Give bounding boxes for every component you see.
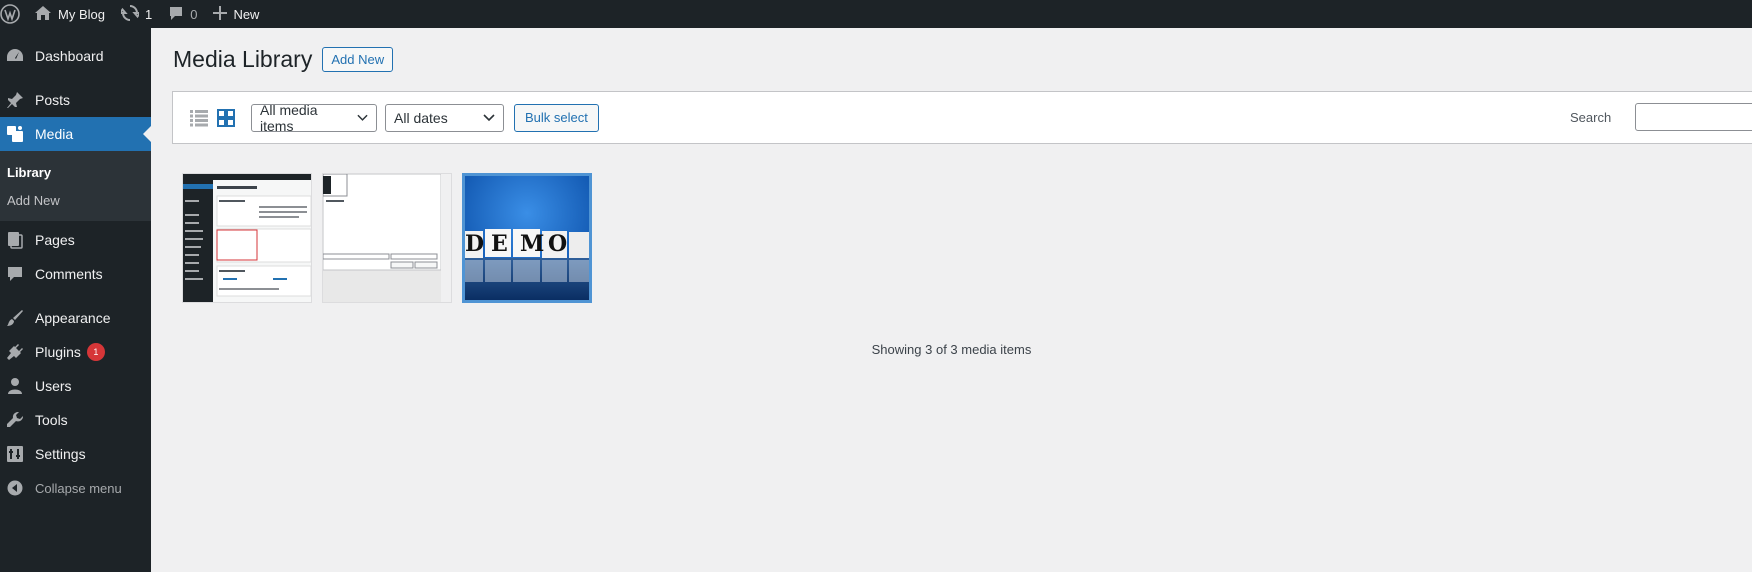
demo-letter: E bbox=[491, 231, 508, 257]
plugins-update-badge: 1 bbox=[86, 343, 105, 361]
plus-icon bbox=[213, 5, 228, 23]
list-view-icon[interactable] bbox=[189, 108, 209, 128]
media-item-dialog-screenshot[interactable] bbox=[322, 173, 452, 303]
media-grid: DEMO bbox=[182, 173, 602, 303]
sidebar-item-comments[interactable]: Comments bbox=[0, 257, 151, 291]
media-type-filter[interactable]: All media items bbox=[251, 101, 377, 134]
comment-icon bbox=[168, 5, 184, 24]
comments-count: 0 bbox=[190, 6, 198, 22]
site-name: My Blog bbox=[58, 6, 105, 22]
sidebar-item-media[interactable]: Media bbox=[0, 117, 151, 151]
demo-letter: M bbox=[520, 231, 544, 257]
bulk-select-button[interactable]: Bulk select bbox=[514, 103, 599, 132]
dashboard-icon bbox=[5, 46, 25, 66]
collapse-menu-button[interactable]: Collapse menu bbox=[0, 471, 151, 505]
sidebar-item-label: Settings bbox=[35, 446, 86, 462]
chevron-down-icon bbox=[483, 113, 495, 121]
search-input[interactable] bbox=[1635, 103, 1752, 131]
submenu-item-add-new[interactable]: Add New bbox=[0, 186, 151, 214]
comments-link[interactable]: 0 bbox=[160, 0, 205, 28]
thumbnail-image bbox=[323, 174, 451, 302]
sidebar-item-label: Plugins bbox=[35, 344, 81, 360]
comments-icon bbox=[5, 264, 25, 284]
search-label: Search bbox=[1570, 110, 1612, 125]
sidebar-item-dashboard[interactable]: Dashboard bbox=[0, 39, 151, 73]
date-filter-value: All dates bbox=[394, 109, 448, 126]
wrench-icon bbox=[5, 410, 25, 430]
settings-icon bbox=[5, 444, 25, 464]
new-content-link[interactable]: New bbox=[205, 0, 267, 28]
sidebar-item-posts[interactable]: Posts bbox=[0, 83, 151, 117]
sidebar-item-label: Media bbox=[35, 126, 74, 142]
thumbnail-image: DEMO bbox=[465, 176, 589, 300]
media-submenu: Library Add New bbox=[0, 151, 151, 221]
media-count-text: Showing 3 of 3 media items bbox=[871, 342, 1032, 357]
page-header: Media Library Add New bbox=[173, 46, 394, 73]
admin-bar: My Blog 1 0 New bbox=[0, 0, 1752, 28]
wordpress-logo-icon[interactable] bbox=[0, 0, 26, 28]
site-name-link[interactable]: My Blog bbox=[26, 0, 113, 28]
main-content: Media Library Add New All media items Al… bbox=[151, 28, 1752, 572]
sidebar-item-label: Pages bbox=[35, 232, 75, 248]
grid-view-icon[interactable] bbox=[216, 108, 236, 128]
sidebar-item-settings[interactable]: Settings bbox=[0, 437, 151, 471]
sidebar-item-appearance[interactable]: Appearance bbox=[0, 301, 151, 335]
collapse-menu-label: Collapse menu bbox=[35, 480, 122, 496]
brush-icon bbox=[5, 308, 25, 328]
sidebar-item-label: Users bbox=[35, 378, 72, 394]
date-filter[interactable]: All dates bbox=[385, 103, 504, 132]
admin-sidebar: Dashboard Posts Media Library Add New Pa… bbox=[0, 28, 151, 572]
updates-icon bbox=[118, 4, 142, 25]
home-icon bbox=[34, 5, 52, 24]
pages-icon bbox=[5, 230, 25, 250]
updates-link[interactable]: 1 bbox=[113, 0, 160, 28]
sidebar-item-label: Comments bbox=[35, 266, 103, 282]
media-toolbar: All media items All dates Bulk select Se… bbox=[172, 91, 1752, 144]
add-new-button[interactable]: Add New bbox=[322, 47, 394, 72]
pin-icon bbox=[5, 90, 25, 110]
plugin-icon bbox=[5, 342, 25, 362]
media-item-dashboard-screenshot[interactable] bbox=[182, 173, 312, 303]
sidebar-item-users[interactable]: Users bbox=[0, 369, 151, 403]
sidebar-item-pages[interactable]: Pages bbox=[0, 223, 151, 257]
chevron-down-icon bbox=[357, 114, 368, 121]
sidebar-item-label: Appearance bbox=[35, 310, 111, 326]
sidebar-item-label: Dashboard bbox=[35, 48, 104, 64]
sidebar-item-tools[interactable]: Tools bbox=[0, 403, 151, 437]
media-icon bbox=[5, 124, 25, 144]
view-switch bbox=[189, 108, 243, 128]
thumbnail-image bbox=[183, 174, 311, 302]
sidebar-item-label: Posts bbox=[35, 92, 71, 108]
new-label: New bbox=[233, 6, 260, 22]
updates-count: 1 bbox=[144, 6, 153, 22]
demo-letter: D bbox=[465, 231, 484, 257]
submenu-item-library[interactable]: Library bbox=[0, 158, 151, 186]
sidebar-item-plugins[interactable]: Plugins 1 bbox=[0, 335, 151, 369]
demo-letter: O bbox=[548, 231, 567, 257]
collapse-icon bbox=[5, 478, 25, 498]
media-type-filter-value: All media items bbox=[260, 101, 318, 134]
users-icon bbox=[5, 376, 25, 396]
media-item-demo-image[interactable]: DEMO bbox=[462, 173, 592, 303]
sidebar-item-label: Tools bbox=[35, 412, 68, 428]
page-title: Media Library bbox=[173, 46, 313, 72]
